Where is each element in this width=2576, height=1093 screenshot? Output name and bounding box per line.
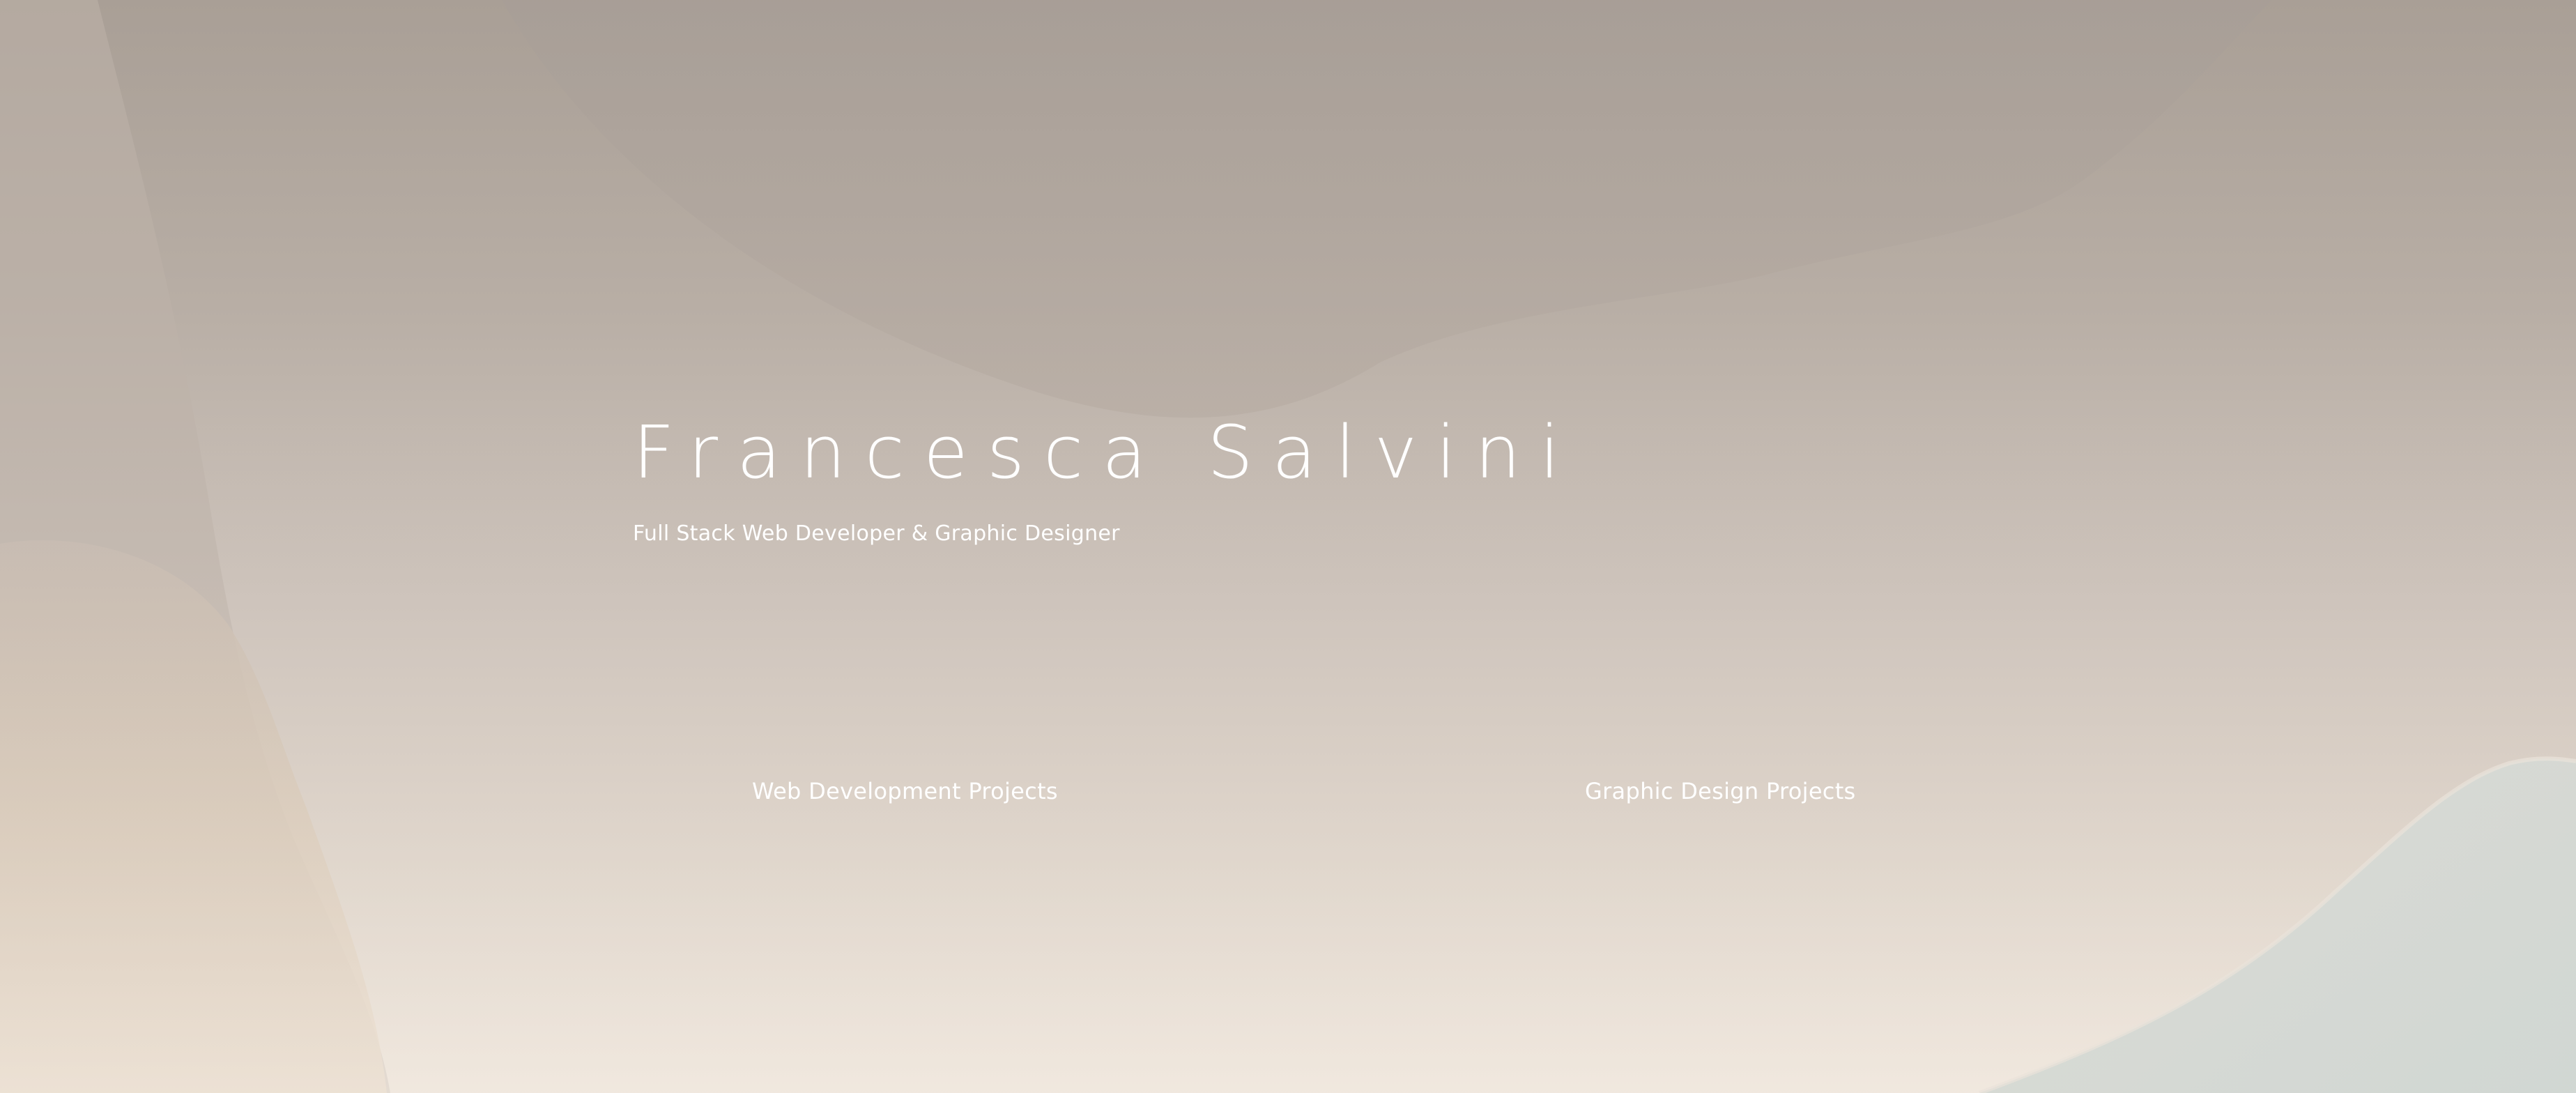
hero-section: Francesca Salvini Full Stack Web Develop…: [0, 0, 2576, 1093]
hero-tagline: Full Stack Web Developer & Graphic Desig…: [633, 521, 1120, 546]
hero-name: Francesca Salvini: [633, 410, 1579, 495]
graphic-design-projects-link[interactable]: Graphic Design Projects: [1585, 778, 1856, 804]
web-development-projects-link[interactable]: Web Development Projects: [752, 778, 1058, 804]
